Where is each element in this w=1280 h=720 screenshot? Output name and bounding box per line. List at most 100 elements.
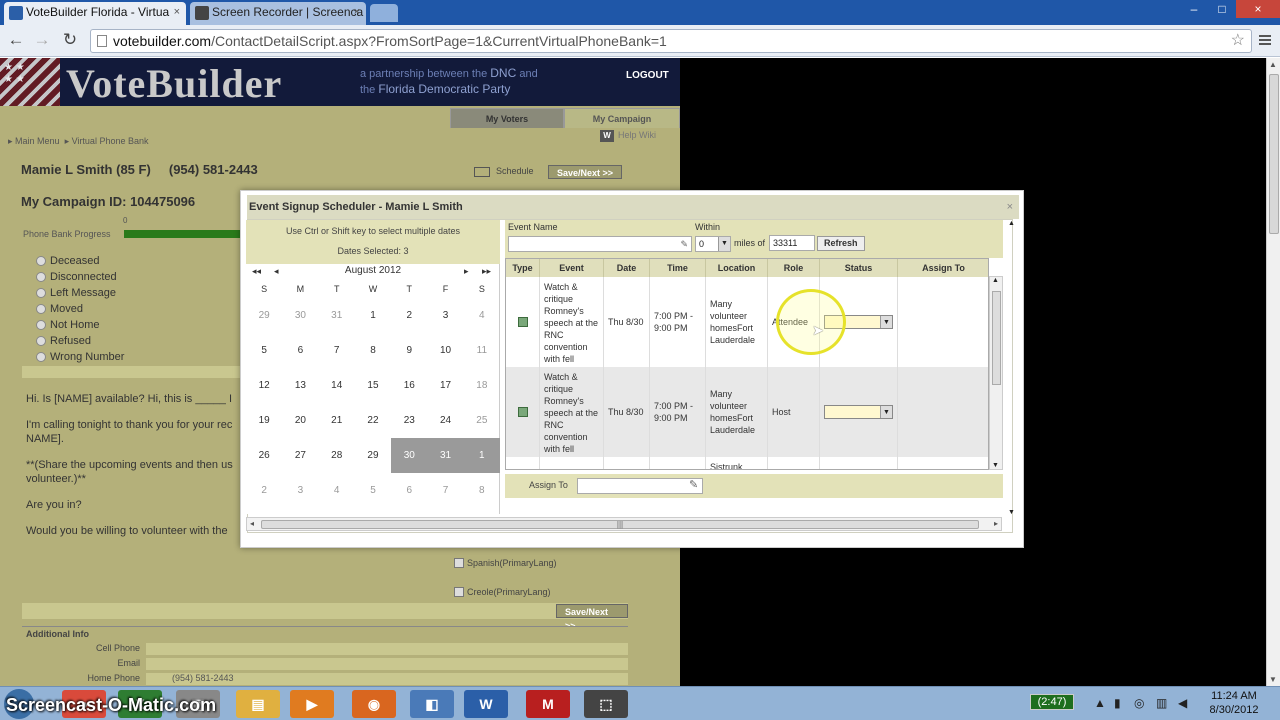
dialog-close-icon[interactable]: × <box>1007 195 1013 219</box>
calendar-day[interactable]: 6 <box>391 473 427 508</box>
dialog-horizontal-scrollbar[interactable]: ◂ ||| ▸ <box>246 517 1002 531</box>
tab-close-icon[interactable]: × <box>354 2 360 23</box>
explorer-icon[interactable]: ▤ <box>236 690 280 718</box>
disposition-option[interactable]: Disconnected <box>36 269 124 285</box>
radio-button[interactable] <box>36 336 46 346</box>
calendar-day[interactable]: 29 <box>355 438 391 473</box>
calendar-day[interactable]: 17 <box>427 368 463 403</box>
event-row[interactable]: Watch & critique Romney's speech at the … <box>506 367 988 457</box>
within-select[interactable]: 0 ▼ <box>695 236 731 252</box>
tab-my-voters[interactable]: My Voters <box>450 108 564 128</box>
tab-my-campaign[interactable]: My Campaign <box>564 108 680 128</box>
network-icon[interactable]: ◧ <box>410 690 454 718</box>
disposition-option[interactable]: Refused <box>36 333 124 349</box>
new-tab-button[interactable] <box>370 4 398 22</box>
calendar-day[interactable]: 22 <box>355 403 391 438</box>
status-select[interactable]: ▼ <box>824 405 893 419</box>
dropdown-arrow-icon[interactable]: ▼ <box>718 237 730 251</box>
radio-button[interactable] <box>36 272 46 282</box>
disposition-option[interactable]: Wrong Number <box>36 349 124 365</box>
page-scrollbar[interactable]: ▲ ▼ <box>1266 58 1280 686</box>
calendar-day[interactable]: 18 <box>464 368 500 403</box>
disposition-option[interactable]: Not Home <box>36 317 124 333</box>
scroll-up-icon[interactable]: ▲ <box>992 277 999 284</box>
column-header[interactable]: Location <box>706 259 768 277</box>
column-header[interactable]: Role <box>768 259 820 277</box>
event-name-input[interactable]: ✎ <box>508 236 692 252</box>
calendar-day[interactable]: 2 <box>391 298 427 333</box>
calendar-day[interactable]: 26 <box>246 438 282 473</box>
back-button[interactable]: ← <box>6 31 26 51</box>
column-header[interactable]: Assign To <box>898 259 988 277</box>
clock[interactable]: 11:24 AM 8/30/2012 <box>1200 689 1268 717</box>
calendar-day[interactable]: 7 <box>427 473 463 508</box>
network-tray-icon[interactable]: ▥ <box>1156 696 1167 710</box>
radio-button[interactable] <box>36 304 46 314</box>
tab-votebuilder[interactable]: VoteBuilder Florida - Virtua × <box>4 2 186 25</box>
scroll-down-icon[interactable]: ▼ <box>1269 675 1277 684</box>
calendar-day[interactable]: 6 <box>282 333 318 368</box>
mcafee-icon[interactable]: M <box>526 690 570 718</box>
tab-close-icon[interactable]: × <box>174 2 180 23</box>
calendar-day[interactable]: 10 <box>427 333 463 368</box>
calendar-day[interactable]: 3 <box>282 473 318 508</box>
radio-button[interactable] <box>36 288 46 298</box>
bookmark-star-icon[interactable]: ☆ <box>1231 30 1245 52</box>
calendar-day[interactable]: 13 <box>282 368 318 403</box>
zip-input[interactable]: 33311 <box>769 235 815 251</box>
column-header[interactable]: Time <box>650 259 706 277</box>
calendar-day[interactable]: 8 <box>355 333 391 368</box>
calendar-day[interactable]: 4 <box>319 473 355 508</box>
calendar-day[interactable]: 5 <box>246 333 282 368</box>
column-header[interactable]: Date <box>604 259 650 277</box>
checkbox[interactable] <box>454 558 464 568</box>
calendar-day[interactable]: 14 <box>319 368 355 403</box>
calendar-day[interactable]: 7 <box>319 333 355 368</box>
disposition-option[interactable]: Deceased <box>36 253 124 269</box>
scroll-up-icon[interactable]: ▲ <box>1269 60 1277 69</box>
prev-year-icon[interactable]: ◂◂ <box>252 266 261 277</box>
checkbox[interactable] <box>454 587 464 597</box>
calendar-day[interactable]: 5 <box>355 473 391 508</box>
volume-icon[interactable]: ◀ <box>1178 696 1187 710</box>
calendar-day-selected[interactable]: 30 <box>391 438 428 473</box>
breadcrumb-main-menu[interactable]: Main Menu <box>15 136 60 146</box>
calendar-day[interactable]: 11 <box>464 333 500 368</box>
calendar-day[interactable]: 2 <box>246 473 282 508</box>
sync-icon[interactable]: ◎ <box>1134 696 1144 710</box>
event-type-icon[interactable] <box>517 317 528 327</box>
tab-screen-recorder[interactable]: Screen Recorder | Screenca × <box>190 2 366 25</box>
grid-scrollbar[interactable]: ▲ ▼ <box>989 276 1003 470</box>
dropdown-arrow-icon[interactable]: ▼ <box>880 316 892 328</box>
calendar-day[interactable]: 9 <box>391 333 427 368</box>
scroll-right-icon[interactable]: ▸ <box>994 518 998 530</box>
calendar-day[interactable]: 31 <box>319 298 355 333</box>
schedule-link[interactable]: Schedule <box>474 166 534 177</box>
column-header[interactable]: Type <box>506 259 540 277</box>
calendar-day[interactable]: 15 <box>355 368 391 403</box>
word-icon[interactable]: W <box>464 690 508 718</box>
firefox-icon[interactable]: ◉ <box>352 690 396 718</box>
wrench-menu-icon[interactable] <box>1259 33 1271 47</box>
event-type-icon[interactable] <box>517 407 528 417</box>
calendar-day[interactable]: 20 <box>282 403 318 438</box>
save-next-button-bottom[interactable]: Save/Next >> <box>556 604 628 631</box>
calendar-day[interactable]: 30 <box>282 298 318 333</box>
tray-arrow-icon[interactable]: ▲ <box>1094 696 1106 710</box>
calendar-day[interactable]: 12 <box>246 368 282 403</box>
grid-scroll-thumb[interactable] <box>992 291 1001 385</box>
maximize-button[interactable]: □ <box>1208 0 1236 18</box>
scroll-down-icon[interactable]: ▼ <box>1008 509 1015 516</box>
window-close-button[interactable]: × <box>1236 0 1280 18</box>
calendar-day[interactable]: 19 <box>246 403 282 438</box>
calendar-day[interactable]: 25 <box>464 403 500 438</box>
calendar-day[interactable]: 16 <box>391 368 427 403</box>
next-year-icon[interactable]: ▸▸ <box>482 266 491 277</box>
calendar-day[interactable]: 28 <box>319 438 355 473</box>
minimize-button[interactable]: – <box>1180 0 1208 18</box>
dropdown-arrow-icon[interactable]: ▼ <box>880 406 892 418</box>
scroll-up-icon[interactable]: ▲ <box>1008 220 1015 227</box>
calendar-day[interactable]: 29 <box>246 298 282 333</box>
refresh-button[interactable]: Refresh <box>817 236 865 251</box>
media-icon[interactable]: ▶ <box>290 690 334 718</box>
